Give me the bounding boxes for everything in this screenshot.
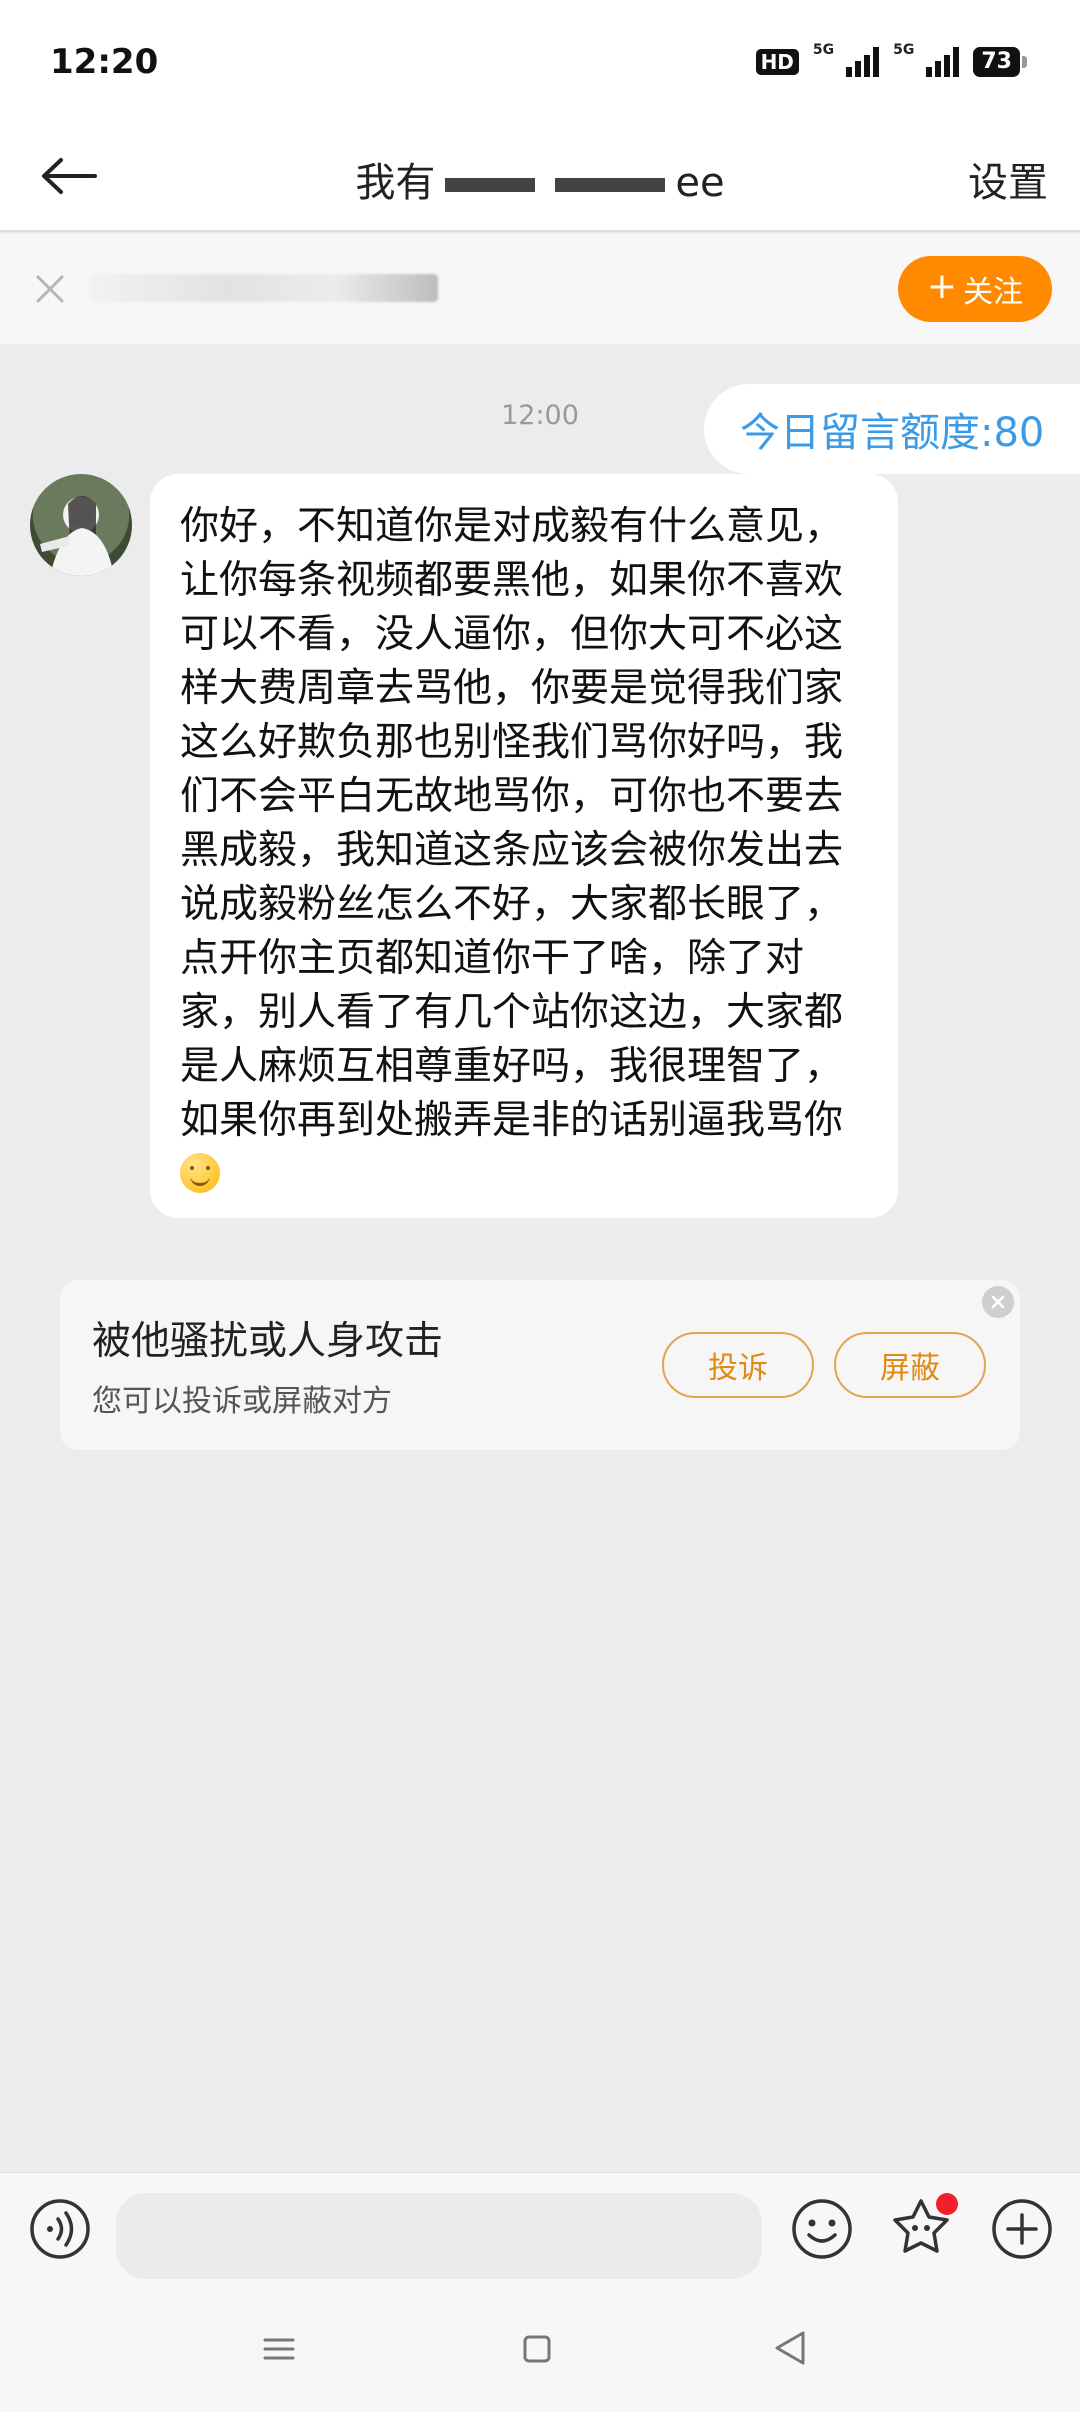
redacted-mask	[445, 178, 536, 192]
message-bubble[interactable]: 你好，不知道你是对成毅有什么意见，让你每条视频都要黑他，如果你不喜欢可以不看，没…	[150, 474, 898, 1218]
emoji-button[interactable]	[790, 2197, 854, 2261]
settings-button[interactable]: 设置	[968, 150, 1048, 208]
home-icon	[523, 2335, 551, 2363]
block-button[interactable]: 屏蔽	[834, 1332, 986, 1398]
report-button[interactable]: 投诉	[662, 1332, 814, 1398]
more-button[interactable]	[990, 2197, 1054, 2261]
plus-icon: +	[926, 266, 958, 307]
notification-dot	[936, 2193, 958, 2215]
message-input[interactable]	[116, 2193, 762, 2279]
avatar-figure-icon	[40, 496, 114, 576]
chat-timestamp: 12:00	[501, 400, 579, 431]
follow-bar-close-button[interactable]	[28, 267, 72, 311]
follow-button[interactable]: + 关注	[898, 256, 1052, 322]
card-close-button[interactable]	[982, 1286, 1014, 1318]
signal-2-label: 5G	[893, 42, 915, 58]
card-title: 被他骚扰或人身攻击	[92, 1319, 444, 1364]
menu-icon	[263, 2338, 295, 2360]
recent-apps-button[interactable]	[262, 2332, 296, 2366]
signal-2-icon	[926, 47, 960, 77]
follow-bar: + 关注	[0, 234, 1080, 344]
chat-title-start: 我有	[355, 160, 436, 206]
redacted-mask	[555, 178, 666, 192]
emoji-icon	[792, 2199, 852, 2259]
chat-title-end: ee	[675, 160, 725, 206]
hd-icon: HD	[755, 49, 799, 75]
status-time: 12:20	[50, 42, 159, 82]
battery-icon: 73	[973, 46, 1027, 78]
card-subtitle: 您可以投诉或屏蔽对方	[92, 1384, 392, 1419]
signal-1-label: 5G	[812, 42, 835, 58]
sticker-button[interactable]	[888, 2193, 958, 2261]
chat-title: 我有 ee	[0, 150, 1080, 208]
plus-circle-icon	[992, 2199, 1052, 2259]
input-bar	[0, 2172, 1080, 2300]
voice-icon	[30, 2199, 90, 2259]
nav-header: 我有 ee 设置	[0, 120, 1080, 232]
harassment-notice-card: 被他骚扰或人身攻击 您可以投诉或屏蔽对方 投诉 屏蔽	[60, 1280, 1020, 1450]
system-navigation-bar	[0, 2300, 1080, 2412]
avatar[interactable]	[30, 474, 132, 576]
quota-badge: 今日留言额度:80	[704, 384, 1080, 474]
status-bar: 12:20 HD 5G 5G 73	[0, 0, 1080, 120]
smile-emoji-icon	[180, 1153, 220, 1193]
message-text: 你好，不知道你是对成毅有什么意见，让你每条视频都要黑他，如果你不喜欢可以不看，没…	[180, 504, 844, 1143]
back-triangle-icon	[775, 2331, 805, 2365]
system-back-button[interactable]	[772, 2328, 808, 2368]
follow-label: 关注	[963, 275, 1024, 310]
signal-1-icon	[846, 47, 880, 77]
close-icon	[991, 1295, 1005, 1309]
close-icon	[36, 275, 64, 303]
home-button[interactable]	[520, 2332, 554, 2366]
status-icons: HD 5G 5G 73	[755, 42, 1027, 82]
voice-button[interactable]	[28, 2197, 92, 2261]
blurred-profile-text	[90, 274, 438, 302]
